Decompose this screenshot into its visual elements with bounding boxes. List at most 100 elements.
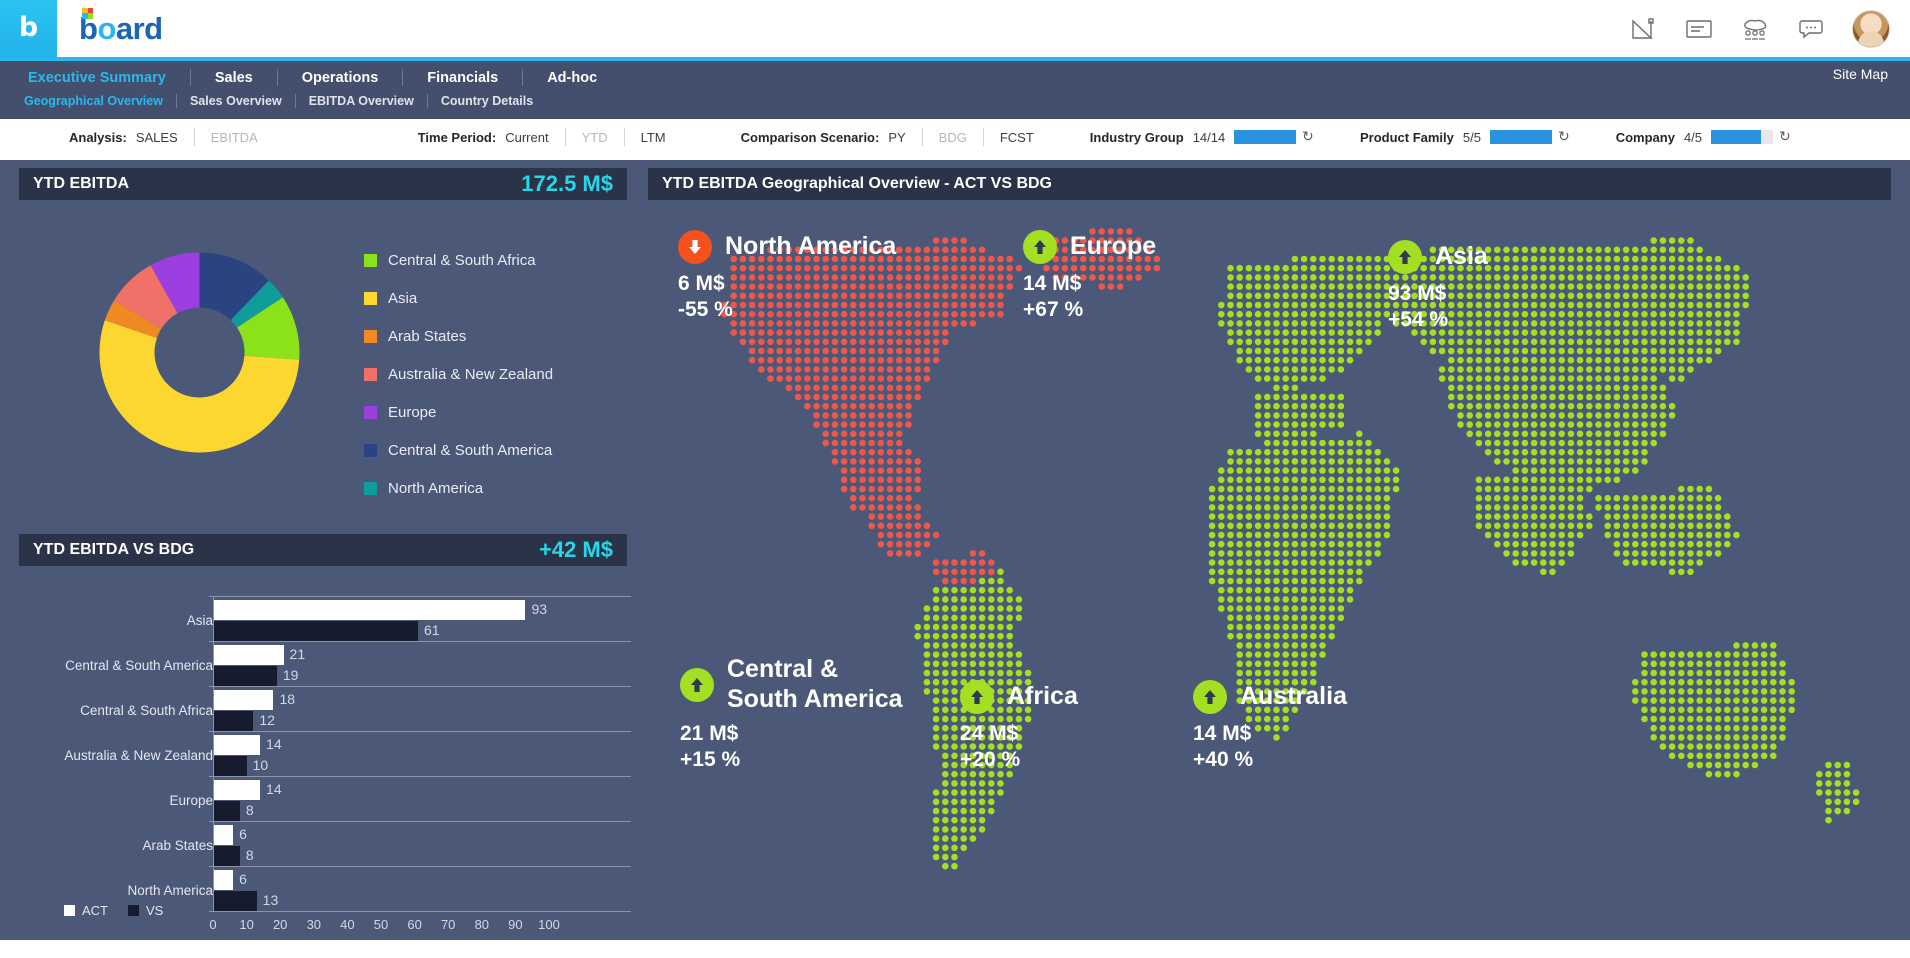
- x-axis-tick-label: 20: [272, 917, 288, 932]
- donut-chart[interactable]: [77, 230, 322, 475]
- subnav-item-geographical-overview[interactable]: Geographical Overview: [22, 94, 176, 108]
- user-avatar[interactable]: [1852, 9, 1890, 48]
- region-change-pct: -55 %: [678, 298, 733, 322]
- map-dot: [1641, 402, 1648, 410]
- map-dot: [1328, 568, 1335, 576]
- map-dot: [978, 568, 986, 576]
- map-dot: [1632, 301, 1639, 309]
- comparison-option-bdg[interactable]: BDG: [939, 130, 967, 145]
- collaboration-icon[interactable]: [1740, 16, 1770, 42]
- bar-vs[interactable]: [213, 801, 240, 821]
- time-option-ytd[interactable]: YTD: [582, 130, 608, 145]
- donut-legend-item[interactable]: Australia & New Zealand: [364, 366, 553, 383]
- product-family-slider[interactable]: ↺: [1489, 129, 1570, 145]
- map-dot: [1374, 458, 1381, 465]
- map-dot: [1319, 623, 1326, 631]
- map-dot: [1208, 513, 1216, 520]
- map-dot: [1254, 412, 1262, 419]
- map-dot: [1705, 494, 1713, 502]
- map-dot: [1264, 402, 1271, 410]
- brand-tile[interactable]: b: [0, 0, 57, 57]
- page-bottom-strip: [0, 940, 1910, 958]
- donut-legend-item[interactable]: Asia: [364, 290, 553, 307]
- map-dot: [1586, 347, 1593, 355]
- brand-logo[interactable]: b o ard: [79, 7, 163, 47]
- map-dot: [1521, 559, 1529, 566]
- filter-company[interactable]: Company 4/5 ↺: [1616, 129, 1791, 145]
- company-slider[interactable]: ↺: [1711, 129, 1791, 145]
- map-region-card[interactable]: Australia 14 M$ +40 %: [1193, 680, 1403, 774]
- filter-industry-group[interactable]: Industry Group 14/14 ↺: [1090, 129, 1314, 145]
- map-dot: [1668, 550, 1676, 557]
- industry-group-reset-icon[interactable]: ↺: [1302, 129, 1314, 145]
- map-dot: [1227, 540, 1234, 548]
- bar-vs[interactable]: [213, 891, 257, 911]
- map-dot: [1558, 421, 1565, 428]
- bar-vs[interactable]: [213, 846, 240, 866]
- bar-vs[interactable]: [213, 666, 277, 686]
- bar-act[interactable]: [213, 690, 274, 710]
- comparison-option-py[interactable]: PY: [888, 130, 905, 145]
- nav-item-sales[interactable]: Sales: [191, 70, 277, 86]
- nav-item-ad-hoc[interactable]: Ad-hoc: [523, 70, 621, 86]
- bar-act[interactable]: [213, 870, 234, 890]
- filter-time-period: Time Period: Current: [418, 130, 549, 145]
- bar-act[interactable]: [213, 735, 261, 755]
- map-dot: [1273, 531, 1280, 539]
- bar-vs[interactable]: [213, 711, 254, 731]
- bar-chart-area[interactable]: Asia 93 61 Central & South America 21 19 Centr…: [19, 566, 631, 932]
- nav-item-operations[interactable]: Operations: [278, 70, 403, 86]
- analysis-option-sales[interactable]: SALES: [136, 130, 178, 145]
- bar-vs[interactable]: [213, 621, 418, 641]
- nav-item-executive-summary[interactable]: Executive Summary: [22, 70, 190, 86]
- comparison-option-fcst[interactable]: FCST: [1000, 130, 1034, 145]
- time-option-ltm[interactable]: LTM: [641, 130, 666, 145]
- bar-legend-item[interactable]: ACT: [64, 903, 108, 918]
- map-dot: [1300, 586, 1308, 594]
- time-option-current[interactable]: Current: [505, 130, 548, 145]
- donut-legend-item[interactable]: North America: [364, 480, 553, 497]
- map-region-card[interactable]: Europe 14 M$ +67 %: [1023, 230, 1283, 324]
- map-dot: [886, 366, 894, 373]
- industry-group-track[interactable]: [1234, 130, 1297, 144]
- site-map-link[interactable]: Site Map: [1833, 66, 1888, 82]
- subnav-item-ebitda-overview[interactable]: EBITDA Overview: [296, 94, 427, 108]
- map-dot: [1733, 292, 1740, 300]
- company-track[interactable]: [1711, 130, 1774, 144]
- analysis-option-ebitda[interactable]: EBITDA: [211, 130, 258, 145]
- donut-legend-item[interactable]: Arab States: [364, 328, 553, 345]
- nav-item-financials[interactable]: Financials: [403, 70, 522, 86]
- industry-group-slider[interactable]: ↺: [1234, 129, 1314, 145]
- card-icon[interactable]: [1684, 16, 1714, 42]
- donut-legend-item[interactable]: Central & South America: [364, 442, 553, 459]
- chat-icon[interactable]: [1796, 16, 1826, 42]
- map-dot: [1742, 678, 1749, 686]
- filter-product-family[interactable]: Product Family 5/5 ↺: [1360, 129, 1570, 145]
- bar-act[interactable]: [213, 780, 261, 800]
- product-family-track[interactable]: [1489, 130, 1552, 144]
- map-dot: [840, 366, 848, 373]
- analysis-label: Analysis:: [69, 129, 127, 145]
- legend-label: VS: [146, 903, 164, 918]
- product-family-reset-icon[interactable]: ↺: [1558, 129, 1570, 145]
- world-map-area[interactable]: North America 6 M$ -55 % Europe 14 M$ +67 % As…: [648, 200, 1891, 926]
- map-dot: [1549, 550, 1556, 557]
- bar-act[interactable]: [213, 645, 284, 665]
- bar-act[interactable]: [213, 600, 526, 620]
- map-region-card[interactable]: North America 6 M$ -55 %: [678, 230, 978, 324]
- bar-legend-item[interactable]: VS: [128, 903, 163, 918]
- bar-vs[interactable]: [213, 756, 247, 776]
- bar-act[interactable]: [213, 825, 234, 845]
- donut-legend-item[interactable]: Europe: [364, 404, 553, 421]
- donut-legend-item[interactable]: Central & South Africa: [364, 252, 553, 269]
- map-dot: [1475, 412, 1483, 419]
- subnav-item-sales-overview[interactable]: Sales Overview: [177, 94, 295, 108]
- map-dot: [1834, 770, 1841, 778]
- map-region-card[interactable]: Asia 93 M$ +54 %: [1388, 240, 1618, 334]
- subnav-item-country-details[interactable]: Country Details: [428, 94, 546, 108]
- design-icon[interactable]: [1628, 16, 1658, 42]
- map-region-card[interactable]: Central & South America 21 M$ +15 %: [680, 655, 930, 774]
- company-reset-icon[interactable]: ↺: [1779, 129, 1791, 145]
- map-dot: [1696, 264, 1703, 272]
- map-region-card[interactable]: Africa 24 M$ +20 %: [960, 680, 1160, 774]
